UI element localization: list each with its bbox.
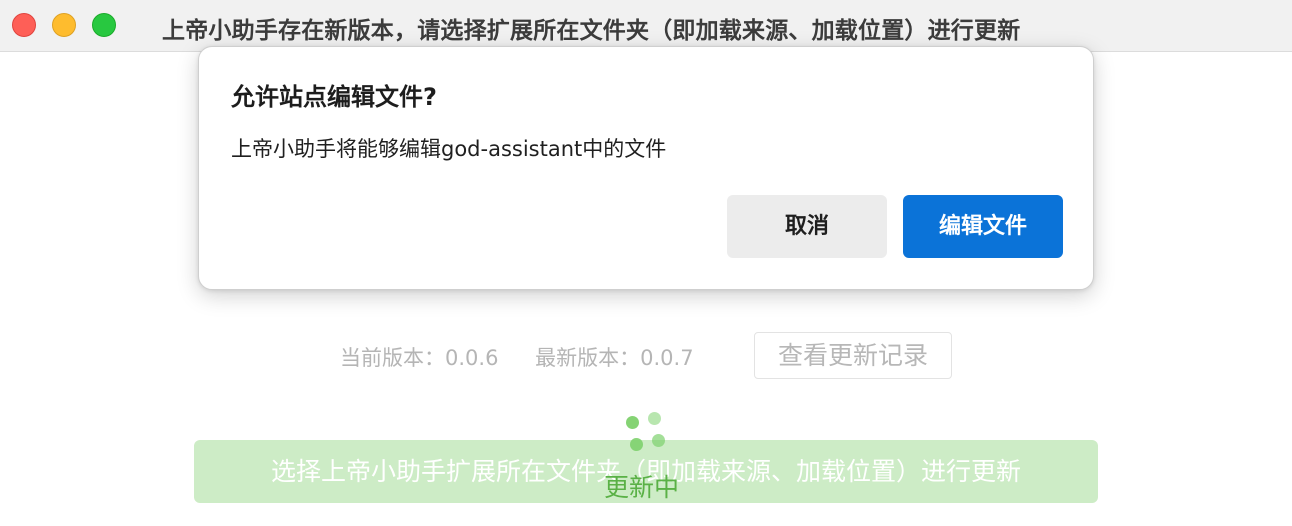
window-title: 上帝小助手存在新版本，请选择扩展所在文件夹（即加载来源、加载位置）进行更新: [162, 18, 1021, 44]
current-version-label: 当前版本：0.0.6: [340, 346, 499, 370]
version-info: 当前版本：0.0.6 最新版本：0.0.7: [340, 342, 694, 372]
cancel-button[interactable]: 取消: [727, 195, 887, 258]
view-changelog-button[interactable]: 查看更新记录: [754, 332, 952, 379]
latest-version-label: 最新版本：0.0.7: [535, 346, 694, 370]
maximize-window-button[interactable]: [92, 13, 116, 37]
close-window-button[interactable]: [12, 13, 36, 37]
window-titlebar: 上帝小助手存在新版本，请选择扩展所在文件夹（即加载来源、加载位置）进行更新: [0, 0, 1292, 52]
minimize-window-button[interactable]: [52, 13, 76, 37]
permission-dialog: 允许站点编辑文件? 上帝小助手将能够编辑god-assistant中的文件 取消…: [198, 46, 1094, 290]
loading-spinner-icon: [626, 410, 670, 454]
dialog-title: 允许站点编辑文件?: [231, 83, 437, 111]
loading-text: 更新中: [604, 473, 680, 502]
dialog-message: 上帝小助手将能够编辑god-assistant中的文件: [231, 137, 667, 161]
edit-files-button[interactable]: 编辑文件: [903, 195, 1063, 258]
